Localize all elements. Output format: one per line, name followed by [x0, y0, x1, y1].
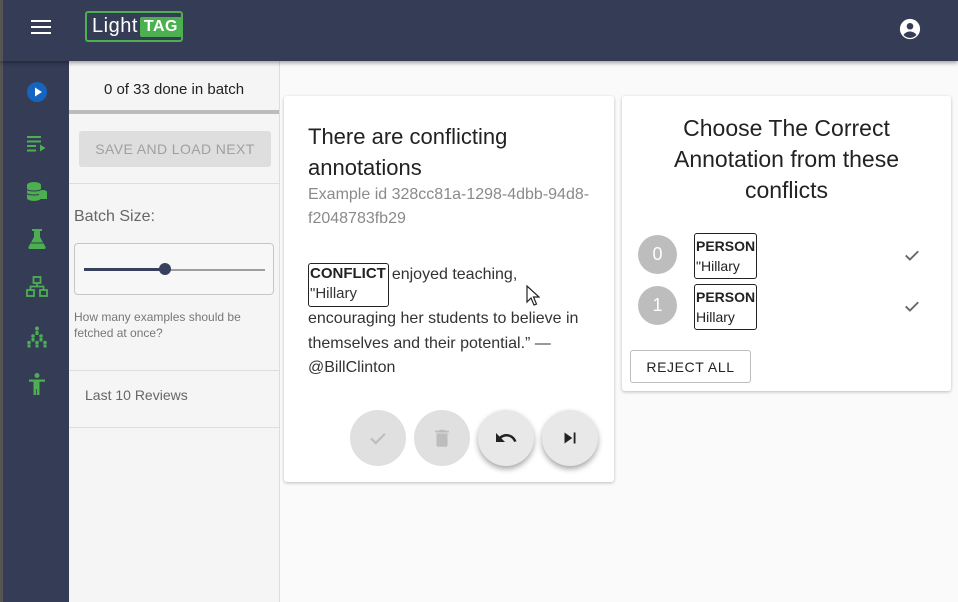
navigation-rail [0, 61, 69, 602]
divider [69, 427, 279, 428]
play-circle-icon[interactable] [25, 80, 49, 104]
delete-button[interactable] [414, 410, 470, 466]
accept-button[interactable] [350, 410, 406, 466]
batch-panel: 0 of 33 done in batch SAVE AND LOAD NEXT… [69, 61, 280, 602]
conflict-annotation[interactable]: CONFLICT "Hillary [308, 263, 389, 307]
logo-light-text: Light [92, 15, 138, 37]
check-icon [370, 433, 386, 445]
option-tag: PERSON [696, 289, 756, 305]
lighttag-logo[interactable]: Light TAG [85, 11, 183, 42]
trash-icon [435, 429, 449, 447]
save-and-load-next-button[interactable]: SAVE AND LOAD NEXT [79, 131, 271, 167]
annotation-tag: CONFLICT [310, 265, 386, 282]
conflict-option: 0 PERSON "Hillary [638, 233, 938, 279]
option-tag: PERSON [696, 238, 756, 254]
divider [69, 183, 279, 184]
option-annotation[interactable]: PERSON "Hillary [694, 233, 757, 279]
check-icon[interactable] [902, 245, 922, 265]
batch-size-help-text: How many examples should be fetched at o… [74, 310, 241, 340]
undo-button[interactable] [478, 410, 534, 466]
skip-next-icon [564, 432, 576, 444]
option-text: "Hillary [696, 258, 740, 274]
reject-all-button[interactable]: REJECT ALL [630, 350, 751, 383]
database-icon[interactable] [25, 179, 49, 203]
batch-size-slider-fill [84, 268, 166, 271]
batch-size-label: Batch Size: [74, 208, 155, 225]
example-title: There are conflicting annotations [308, 124, 508, 180]
option-text: Hillary [696, 309, 735, 325]
hamburger-menu-icon[interactable] [31, 20, 51, 36]
option-number: 1 [638, 286, 677, 325]
annotation-text: "Hillary [310, 285, 357, 302]
people-pyramid-icon[interactable] [25, 325, 49, 349]
top-app-bar: Light TAG [0, 0, 958, 61]
skip-next-button[interactable] [542, 410, 598, 466]
batch-progress-status: 0 of 33 done in batch [69, 61, 279, 114]
check-icon[interactable] [902, 296, 922, 316]
divider [69, 370, 279, 371]
hierarchy-icon[interactable] [25, 275, 49, 299]
batch-size-slider-box [74, 243, 274, 295]
batch-size-slider-thumb[interactable] [159, 263, 172, 275]
conflict-option: 1 PERSON Hillary [638, 284, 938, 330]
option-number: 0 [638, 235, 677, 274]
example-card: There are conflicting annotations Exampl… [284, 96, 614, 482]
conflicts-card: Choose The Correct Annotation from these… [622, 96, 951, 391]
option-annotation[interactable]: PERSON Hillary [694, 284, 757, 330]
last-reviews-link[interactable]: Last 10 Reviews [85, 387, 188, 403]
logo-tag-text: TAG [139, 16, 182, 37]
example-text: CONFLICT "Hillary enjoyed teaching, enco… [308, 263, 598, 381]
mouse-cursor-icon [526, 285, 540, 306]
conflicts-title: Choose The Correct Annotation from these… [673, 115, 900, 203]
playlist-icon[interactable] [25, 131, 49, 155]
person-icon[interactable] [25, 372, 49, 396]
undo-icon [496, 433, 517, 442]
flask-icon[interactable] [25, 227, 49, 251]
example-id: Example id 328cc81a-1298-4dbb-94d8-f2048… [308, 186, 590, 227]
account-circle-icon[interactable] [899, 18, 921, 40]
